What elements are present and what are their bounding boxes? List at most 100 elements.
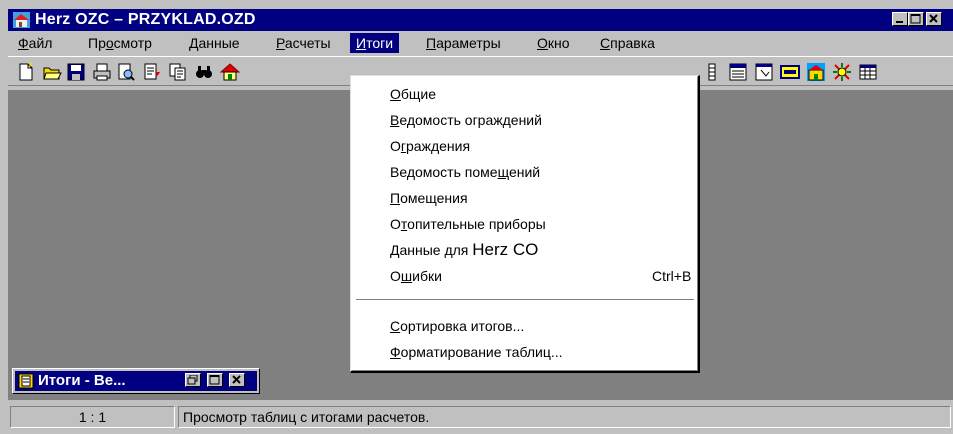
results-dropdown-menu: Общие Ведомость ограждений Ограждения Ве… bbox=[350, 75, 700, 373]
window-icon[interactable] bbox=[754, 62, 774, 82]
menu-accelerator: П bbox=[390, 190, 401, 206]
menu-accelerator: Ф bbox=[18, 35, 29, 51]
menu-label-part: ортировка итогов... bbox=[400, 318, 525, 334]
print-icon[interactable] bbox=[92, 62, 112, 82]
errors-shortcut: Ctrl+B bbox=[652, 268, 692, 284]
maximize-icon bbox=[209, 375, 220, 385]
open-folder-icon[interactable] bbox=[42, 62, 62, 82]
menu-label-part: Herz CO bbox=[472, 240, 539, 259]
menu-item-barriers-list[interactable]: Ведомость ограждений bbox=[390, 109, 542, 131]
title-bar[interactable]: Herz OZC – PRZYKLAD.OZD bbox=[8, 9, 953, 31]
menu-item-errors[interactable]: Ошибки bbox=[390, 265, 442, 287]
menu-accelerator: В bbox=[390, 112, 400, 128]
menu-accelerator: о bbox=[105, 35, 114, 51]
dropdown-body: Общие Ведомость ограждений Ограждения Ве… bbox=[351, 76, 698, 371]
menu-item-rooms-list[interactable]: Ведомость помещений bbox=[390, 161, 540, 183]
menu-item-format-tables[interactable]: Форматирование таблиц... bbox=[390, 341, 563, 363]
menu-accelerator: П bbox=[426, 35, 437, 51]
menu-view[interactable]: Просмотр bbox=[82, 33, 158, 53]
minimized-window[interactable]: Итоги - Ве... bbox=[12, 368, 260, 394]
menu-label-part: правка bbox=[610, 35, 655, 51]
import-icon[interactable] bbox=[142, 62, 162, 82]
find-icon[interactable] bbox=[194, 62, 214, 82]
save-icon[interactable] bbox=[66, 62, 86, 82]
menu-label-part: тоги bbox=[366, 35, 394, 51]
menu-label-part: омещения bbox=[400, 190, 468, 206]
menu-label-part: раждения bbox=[406, 138, 471, 154]
house-icon[interactable] bbox=[220, 62, 240, 82]
menu-accelerator: И bbox=[356, 35, 367, 51]
menu-help[interactable]: Справка bbox=[594, 33, 661, 53]
menu-label-part: кно bbox=[547, 35, 570, 51]
menu-bar: Файл Просмотр Данные Расчеты Итоги Парам… bbox=[8, 33, 953, 53]
maximize-child-button[interactable] bbox=[207, 373, 223, 387]
menu-item-heaters[interactable]: Отопительные приборы bbox=[390, 213, 546, 235]
menu-item-rooms[interactable]: Помещения bbox=[390, 187, 468, 209]
menu-accelerator: ш bbox=[400, 268, 413, 284]
application-window: Herz OZC – PRZYKLAD.OZD Файл Просмотр Да… bbox=[0, 0, 953, 434]
menu-accelerator: О bbox=[390, 86, 401, 102]
menu-label-part: Пр bbox=[88, 35, 106, 51]
menu-label-part: О bbox=[390, 268, 401, 284]
close-icon bbox=[232, 375, 241, 384]
close-child-button[interactable] bbox=[229, 373, 245, 387]
menu-accelerator: Р bbox=[276, 35, 285, 51]
menu-label-part: асчеты bbox=[284, 35, 331, 51]
menu-accelerator: С bbox=[390, 318, 401, 334]
minimize-icon bbox=[896, 21, 903, 23]
status-bar: 1 : 1 Просмотр таблиц с итогами расчетов… bbox=[8, 404, 953, 428]
menu-label-part: ибки bbox=[412, 268, 442, 284]
building-icon[interactable] bbox=[806, 62, 826, 82]
status-message: Просмотр таблиц с итогами расчетов. bbox=[178, 406, 951, 428]
component-icon[interactable] bbox=[780, 62, 800, 82]
menu-item-general[interactable]: Общие bbox=[390, 83, 436, 105]
settings-icon[interactable] bbox=[832, 62, 852, 82]
export-icon[interactable] bbox=[728, 62, 748, 82]
restore-button[interactable] bbox=[185, 373, 201, 387]
menu-file[interactable]: Файл bbox=[12, 33, 58, 53]
menu-label-part: едомость ограждений bbox=[399, 112, 542, 128]
table-icon[interactable] bbox=[858, 62, 878, 82]
minimize-button[interactable] bbox=[892, 12, 908, 26]
minimized-window-title: Итоги - Ве... bbox=[38, 372, 126, 389]
menu-data[interactable]: Данные bbox=[183, 33, 246, 53]
window-title: Herz OZC – PRZYKLAD.OZD bbox=[35, 11, 256, 28]
menu-item-barriers[interactable]: Ограждения bbox=[390, 135, 470, 157]
menu-label-part: айл bbox=[28, 35, 53, 51]
menu-accelerator: щ bbox=[497, 164, 509, 180]
menu-label-part: ений bbox=[508, 164, 541, 180]
results-grid-icon[interactable] bbox=[708, 62, 728, 82]
menu-accelerator: Ф bbox=[390, 344, 401, 360]
menu-accelerator: С bbox=[600, 35, 611, 51]
restore-icon bbox=[187, 375, 198, 385]
menu-label-part: бщие bbox=[400, 86, 437, 102]
status-position: 1 : 1 bbox=[10, 406, 175, 428]
menu-label-part: анные bbox=[198, 35, 240, 51]
menu-label-part: О bbox=[390, 138, 401, 154]
menu-accelerator: О bbox=[537, 35, 548, 51]
new-file-icon[interactable] bbox=[16, 62, 36, 82]
menu-label-part: смотр bbox=[113, 35, 152, 51]
menu-label-part: орматирование таблиц... bbox=[400, 344, 563, 360]
maximize-button[interactable] bbox=[908, 12, 924, 26]
menu-item-sort-results[interactable]: Сортировка итогов... bbox=[390, 315, 524, 337]
close-button[interactable] bbox=[926, 12, 942, 26]
menu-results[interactable]: Итоги bbox=[350, 33, 400, 53]
menu-parameters[interactable]: Параметры bbox=[420, 33, 507, 53]
menu-label-part: Ведомость поме bbox=[390, 164, 498, 180]
document-icon bbox=[18, 373, 34, 389]
menu-label-part: анные для bbox=[399, 242, 473, 258]
menu-label-part: араметры bbox=[436, 35, 501, 51]
copy-icon[interactable] bbox=[168, 62, 188, 82]
close-icon bbox=[929, 14, 938, 23]
app-logo-icon bbox=[13, 12, 30, 28]
print-preview-icon[interactable] bbox=[116, 62, 136, 82]
menu-calculations[interactable]: Расчеты bbox=[270, 33, 337, 53]
menu-item-herz-co-data[interactable]: Данные для Herz CO bbox=[390, 239, 538, 261]
menu-label-part: опительные приборы bbox=[407, 216, 546, 232]
maximize-icon bbox=[910, 14, 921, 24]
menu-label-part: О bbox=[390, 216, 401, 232]
menu-separator bbox=[356, 299, 694, 301]
minimized-window-title-bar[interactable]: Итоги - Ве... bbox=[15, 371, 257, 391]
menu-window[interactable]: Окно bbox=[531, 33, 576, 53]
